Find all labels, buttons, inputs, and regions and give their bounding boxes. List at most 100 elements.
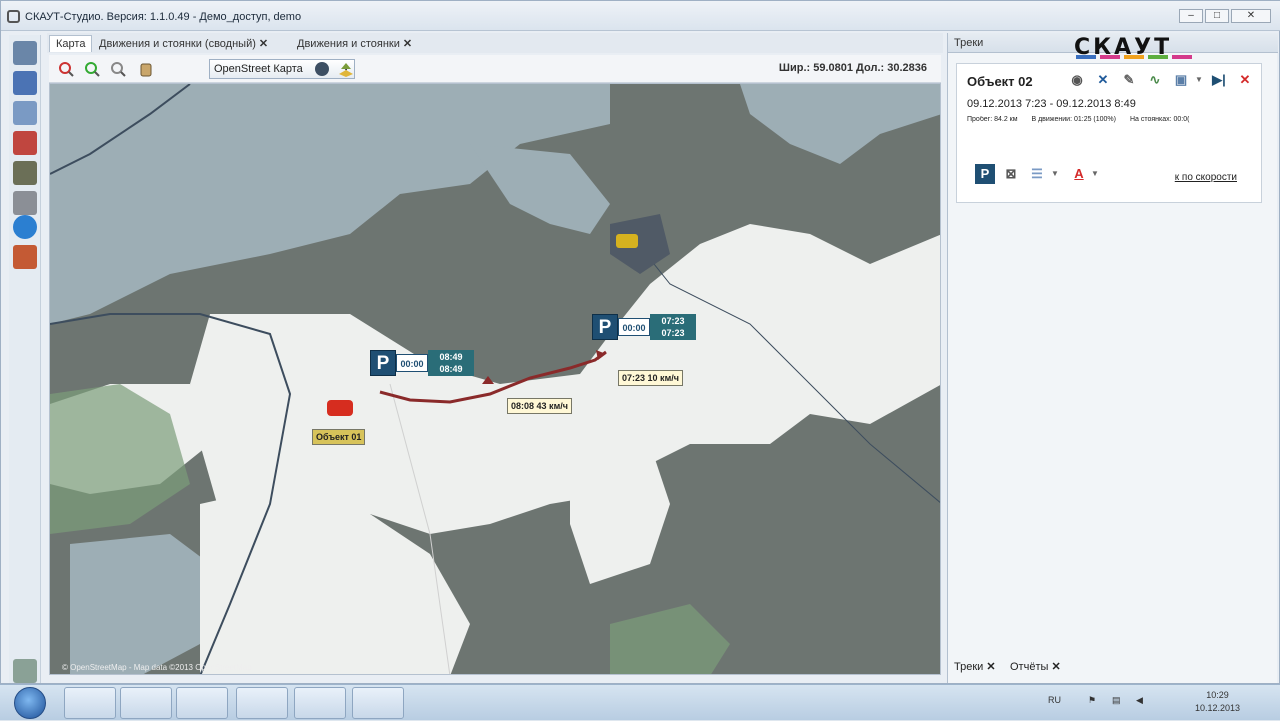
window-title: СКАУТ-Студио. Версия: 1.1.0.49 - Демо_до… <box>25 11 302 23</box>
close-tab-icon[interactable]: ✕ <box>1051 661 1060 673</box>
parking-start: 07:23 <box>661 316 685 326</box>
globe-icon[interactable] <box>313 60 331 78</box>
tab-label: Движения и стоянки <box>297 38 400 50</box>
list-icon[interactable] <box>13 41 37 65</box>
speed-value: 10 км/ч <box>647 373 679 383</box>
tab-label: Карта <box>56 38 86 50</box>
eye-icon[interactable]: ◉ <box>1067 70 1087 90</box>
close-icon[interactable]: ✕ <box>1235 70 1255 90</box>
map-toolbar: OpenStreet Карта▼ Шир.: 59.0801 Дол.: 30… <box>49 55 941 83</box>
list-view-icon[interactable]: ☰ <box>1027 164 1047 184</box>
object-title: Объект 02 <box>967 74 1033 89</box>
explorer-icon[interactable] <box>120 687 172 719</box>
layers-icon[interactable] <box>337 60 355 78</box>
skip-end-icon[interactable]: ▶| <box>1209 70 1229 90</box>
objects-icon[interactable] <box>13 161 37 185</box>
close-tab-icon[interactable]: ✕ <box>986 661 995 673</box>
track-icon[interactable] <box>13 131 37 155</box>
title-bar: СКАУТ-Студио. Версия: 1.1.0.49 - Демо_до… <box>1 1 1280 31</box>
track-stats: Пробег: 84.2 км В движении: 01:25 (100%)… <box>967 116 1257 123</box>
report-icon[interactable] <box>13 71 37 95</box>
ie-icon[interactable] <box>64 687 116 719</box>
system-tray: RU ⚑ ▤ ◀ 10:29 10.12.2013 <box>1040 685 1270 721</box>
zoom-out-icon[interactable] <box>57 60 75 78</box>
settings-icon[interactable] <box>13 659 37 683</box>
panel-title: Треки <box>954 37 984 49</box>
car-icon[interactable] <box>616 234 638 248</box>
pencil-icon[interactable]: ✎ <box>1119 70 1139 90</box>
cross-tool-icon[interactable]: ✕ <box>1093 70 1113 90</box>
clock-time: 10:29 <box>1206 690 1229 700</box>
panel-tabs: Треки ✕ Отчёты ✕ <box>948 657 1278 677</box>
parking-icon: P <box>592 314 618 340</box>
info-icon[interactable] <box>13 215 37 239</box>
parking-times: 08:49 08:49 <box>428 350 474 376</box>
grid-icon[interactable]: ⊠ <box>1001 164 1021 184</box>
chevron-down-icon[interactable]: ▼ <box>1189 70 1209 90</box>
clock-date: 10.12.2013 <box>1194 703 1240 713</box>
parking-end: 08:49 <box>439 364 463 374</box>
close-button[interactable]: ✕ <box>1231 9 1271 23</box>
parking-times: 07:23 07:23 <box>650 314 696 340</box>
parking-end: 07:23 <box>661 328 685 338</box>
clock[interactable]: 10:29 10.12.2013 <box>1195 689 1240 715</box>
start-button[interactable] <box>14 687 46 719</box>
chrome-icon[interactable] <box>236 687 288 719</box>
chevron-down-icon[interactable]: ▼ <box>1085 164 1105 184</box>
speed-time: 07:23 <box>622 373 646 383</box>
zoom-in-icon[interactable] <box>83 60 101 78</box>
close-tab-icon[interactable]: ✕ <box>403 38 412 50</box>
parking-icon: P <box>370 350 396 376</box>
object-label[interactable]: Объект 01 <box>312 429 366 445</box>
tab-tracks[interactable]: Треки ✕ <box>954 660 996 673</box>
tracks-panel: Треки СКАУТ Объект 02 ◉ ✕ ✎ ∿ ▣ ▼ ▶| ✕ 0… <box>947 33 1278 683</box>
maximize-button[interactable]: □ <box>1205 9 1229 23</box>
track-date-range: 09.12.2013 7:23 - 09.12.2013 8:49 <box>967 98 1136 110</box>
scout-app-icon[interactable] <box>352 687 404 719</box>
pan-hand-icon[interactable] <box>137 60 155 78</box>
speed-color-link[interactable]: к по скорости <box>1175 172 1237 183</box>
parking-stat: На стоянках: 00:0( <box>1129 116 1190 123</box>
tab-map[interactable]: Карта <box>49 35 93 52</box>
network-icon[interactable]: ▤ <box>1112 695 1121 706</box>
map-view[interactable]: © OpenStreetMap - Map data ©2013 OpenStr… <box>49 83 941 675</box>
chevron-down-icon[interactable]: ▼ <box>1045 164 1065 184</box>
map-attribution: © OpenStreetMap - Map data ©2013 OpenStr… <box>62 663 252 672</box>
left-toolbar <box>9 35 41 683</box>
map-canvas[interactable]: © OpenStreetMap - Map data ©2013 OpenStr… <box>50 84 941 675</box>
coordinates-readout: Шир.: 59.0801 Дол.: 30.2836 <box>778 62 927 74</box>
tab-movements-summary[interactable]: Движения и стоянки (сводный) ✕ <box>93 35 274 52</box>
tab-movements[interactable]: Движения и стоянки ✕ <box>291 35 418 52</box>
document-icon[interactable] <box>13 101 37 125</box>
language-indicator[interactable]: RU <box>1048 695 1061 705</box>
volume-icon[interactable]: ◀ <box>1136 695 1143 706</box>
motion-stat: В движении: 01:25 (100%) <box>1031 116 1116 123</box>
close-tab-icon[interactable]: ✕ <box>259 38 268 50</box>
map-source-select[interactable]: OpenStreet Карта▼ <box>209 59 355 79</box>
chart-app-icon[interactable] <box>294 687 346 719</box>
minimize-button[interactable]: – <box>1179 9 1203 23</box>
mileage-stat: Пробег: 84.2 км <box>967 116 1018 123</box>
media-player-icon[interactable] <box>176 687 228 719</box>
export-icon[interactable]: ▣ <box>1171 70 1191 90</box>
speed-label: 07:23 10 км/ч <box>618 370 683 386</box>
app-icon <box>7 10 20 23</box>
car-icon[interactable] <box>327 400 353 416</box>
zoom-area-icon[interactable] <box>109 60 127 78</box>
speed-value: 43 км/ч <box>536 401 568 411</box>
logo-stripe <box>1076 55 1192 59</box>
speed-label: 08:08 43 км/ч <box>507 398 572 414</box>
parking-toggle-icon[interactable]: P <box>975 164 995 184</box>
tab-label: Отчёты <box>1010 661 1049 673</box>
tools-icon[interactable] <box>13 191 37 215</box>
application-window: СКАУТ-Студио. Версия: 1.1.0.49 - Демо_до… <box>0 0 1280 684</box>
taskbar: RU ⚑ ▤ ◀ 10:29 10.12.2013 <box>0 684 1280 720</box>
flag-icon[interactable]: ⚑ <box>1088 695 1096 706</box>
parking-start: 08:49 <box>439 352 463 362</box>
speed-time: 08:08 <box>511 401 535 411</box>
tab-reports[interactable]: Отчёты ✕ <box>1010 660 1061 673</box>
object-name: Объект 01 <box>316 432 362 442</box>
map-tabs: Карта Движения и стоянки (сводный) ✕ Движ… <box>47 33 943 53</box>
user-exit-icon[interactable] <box>13 245 37 269</box>
chart-icon[interactable]: ∿ <box>1145 70 1165 90</box>
